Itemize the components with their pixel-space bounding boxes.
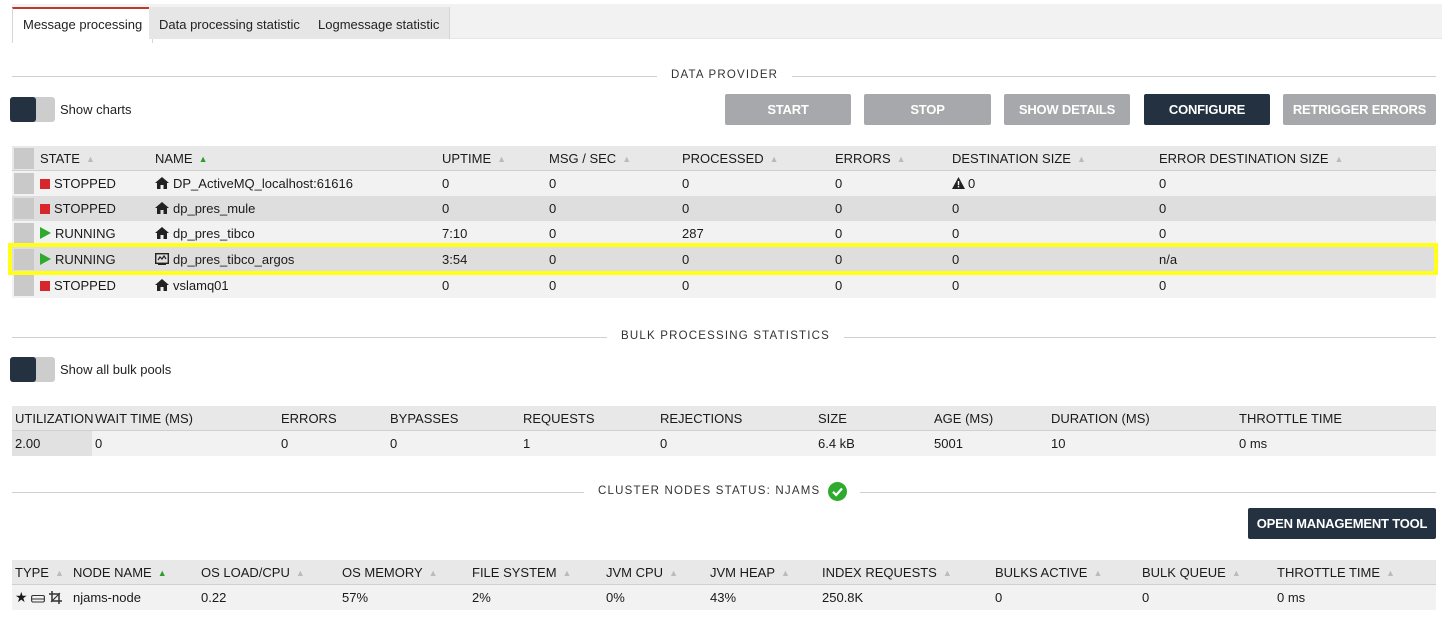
col-header-errors: ERRORS: [281, 411, 337, 426]
configure-button[interactable]: CONFIGURE: [1144, 94, 1270, 125]
monitor-icon: [155, 253, 169, 265]
sort-icon: ▲: [896, 154, 906, 164]
sort-icon: ▲: [942, 568, 952, 578]
row-checkbox[interactable]: [14, 275, 34, 296]
sort-icon: ▲︎: [85, 154, 95, 164]
cluster-title: CLUSTER NODES STATUS: NJAMS: [584, 485, 861, 497]
bulk-header-row: UTILIZATION WAIT TIME (MS) ERRORS BYPASS…: [12, 406, 1436, 431]
sort-icon: ▲: [622, 154, 632, 164]
col-header-bulk-queue[interactable]: BULK QUEUE ▲: [1142, 560, 1241, 585]
col-header-type[interactable]: TYPE ▲: [15, 560, 64, 585]
col-header-os-memory[interactable]: OS MEMORY ▲: [342, 560, 438, 585]
sort-icon: ▲: [1386, 568, 1395, 578]
sort-icon: ▲: [1093, 568, 1103, 578]
col-header-size: SIZE: [818, 411, 847, 426]
table-row[interactable]: ★ njams-node 0.22 57% 2% 0% 43% 250.8K 0…: [12, 585, 1436, 610]
home-icon: [155, 227, 169, 239]
sort-icon: ▲: [781, 568, 790, 578]
sort-icon: ▲: [428, 568, 438, 578]
stopped-icon: [40, 204, 50, 214]
status-ok-icon: [828, 482, 847, 501]
star-icon: ★: [15, 589, 28, 605]
sort-icon: ▲: [769, 154, 779, 164]
sort-icon: ▲: [1334, 154, 1344, 164]
table-row[interactable]: STOPPED dp_pres_mule 0 0 0 0 0 0: [12, 196, 1436, 221]
bulk-divider: BULK PROCESSING STATISTICS: [12, 330, 1436, 342]
col-header-duration: DURATION (MS): [1051, 411, 1150, 426]
home-icon: [155, 202, 169, 214]
col-header-name[interactable]: NAME ▲: [155, 146, 207, 171]
col-header-node-name[interactable]: NODE NAME ▲: [73, 560, 167, 585]
col-header-jvm-cpu[interactable]: JVM CPU ▲: [606, 560, 678, 585]
tab-data-processing-statistic[interactable]: Data processing statistic: [149, 7, 311, 39]
sort-icon: ▲: [54, 568, 64, 578]
table-header-row: STATE ▲︎ NAME ▲ UPTIME ▲ MSG / SEC ▲ PROCESS…: [12, 146, 1436, 171]
col-header-utilization: UTILIZATION: [15, 411, 94, 426]
table-row[interactable]: RUNNING dp_pres_tibco 7:10 0 287 0 0 0: [12, 221, 1436, 246]
open-management-tool-button[interactable]: OPEN MANAGEMENT TOOL: [1248, 508, 1436, 539]
col-header-uptime[interactable]: UPTIME ▲: [442, 146, 506, 171]
cluster-divider: CLUSTER NODES STATUS: NJAMS: [12, 485, 1436, 497]
sort-icon: ▲: [497, 154, 507, 164]
crop-icon: [48, 591, 62, 604]
show-all-bulk-pools-toggle[interactable]: [10, 357, 55, 382]
bulk-title: BULK PROCESSING STATISTICS: [607, 330, 845, 342]
col-header-requests: REQUESTS: [523, 411, 595, 426]
stopped-icon: [40, 179, 50, 189]
stop-button[interactable]: STOP: [864, 94, 991, 125]
tab-message-processing[interactable]: Message processing: [12, 7, 154, 43]
sort-icon: ▲: [562, 568, 572, 578]
col-header-throttle-time[interactable]: THROTTLE TIME ▲: [1277, 560, 1395, 585]
home-icon: [155, 177, 169, 189]
show-charts-toggle[interactable]: [10, 97, 55, 122]
sort-icon: ▲: [1231, 568, 1241, 578]
select-all-checkbox[interactable]: [14, 148, 34, 169]
table-row-selected[interactable]: RUNNING dp_pres_tibco_argos 3:54 0 0 0 0…: [12, 247, 1436, 272]
retrigger-errors-button[interactable]: RETRIGGER ERRORS: [1283, 94, 1436, 125]
sort-icon: ▲: [295, 568, 305, 578]
col-header-destination-size[interactable]: DESTINATION SIZE ▲: [952, 146, 1086, 171]
sort-asc-icon: ▲: [198, 154, 208, 164]
running-icon: [40, 227, 51, 239]
col-header-bypasses: BYPASSES: [390, 411, 459, 426]
col-header-file-system[interactable]: FILE SYSTEM ▲: [472, 560, 571, 585]
tab-logmessage-statistic[interactable]: Logmessage statistic: [308, 7, 451, 39]
home-icon: [155, 279, 169, 291]
col-header-wait-time: WAIT TIME (MS): [95, 411, 193, 426]
col-header-age: AGE (MS): [934, 411, 994, 426]
table-row[interactable]: STOPPED vslamq01 0 0 0 0 0 0: [12, 273, 1436, 298]
warning-icon: [952, 177, 965, 189]
cluster-header-row: TYPE ▲ NODE NAME ▲ OS LOAD/CPU ▲ OS MEMORY ▲…: [12, 560, 1436, 585]
table-row[interactable]: STOPPED DP_ActiveMQ_localhost:61616 0 0 …: [12, 171, 1436, 196]
col-header-errors[interactable]: ERRORS ▲: [835, 146, 906, 171]
col-header-os-load[interactable]: OS LOAD/CPU ▲: [201, 560, 305, 585]
row-checkbox[interactable]: [14, 198, 34, 219]
col-header-index-requests[interactable]: INDEX REQUESTS ▲: [822, 560, 952, 585]
disk-icon: [31, 594, 46, 603]
bulk-row: 2.00 0 0 0 1 0 6.4 kB 5001 10 0 ms: [12, 431, 1436, 456]
col-header-rejections: REJECTIONS: [660, 411, 743, 426]
col-header-processed[interactable]: PROCESSED ▲: [682, 146, 779, 171]
running-icon: [40, 253, 51, 265]
col-header-bulks-active[interactable]: BULKS ACTIVE ▲: [995, 560, 1102, 585]
data-provider-title: DATA PROVIDER: [657, 69, 793, 81]
show-details-button[interactable]: SHOW DETAILS: [1004, 94, 1130, 125]
data-provider-divider: DATA PROVIDER: [12, 69, 1436, 81]
sort-icon: ▲: [669, 568, 678, 578]
tab-bar: Message processing Data processing stati…: [12, 4, 1442, 43]
show-all-bulk-pools-label: Show all bulk pools: [60, 362, 172, 377]
col-header-msg-sec[interactable]: MSG / SEC ▲: [549, 146, 631, 171]
sort-icon: ▲: [1076, 154, 1086, 164]
show-charts-label: Show charts: [60, 102, 132, 117]
stopped-icon: [40, 281, 50, 291]
sort-asc-icon: ▲: [157, 568, 167, 578]
row-checkbox[interactable]: [14, 173, 34, 194]
row-checkbox[interactable]: [14, 249, 34, 270]
row-checkbox[interactable]: [14, 223, 34, 244]
start-button[interactable]: START: [725, 94, 851, 125]
col-header-state[interactable]: STATE ▲︎: [40, 146, 95, 171]
col-header-throttle-time: THROTTLE TIME: [1239, 411, 1343, 426]
col-header-jvm-heap[interactable]: JVM HEAP ▲: [710, 560, 790, 585]
col-header-error-destination-size[interactable]: ERROR DESTINATION SIZE ▲: [1159, 146, 1343, 171]
